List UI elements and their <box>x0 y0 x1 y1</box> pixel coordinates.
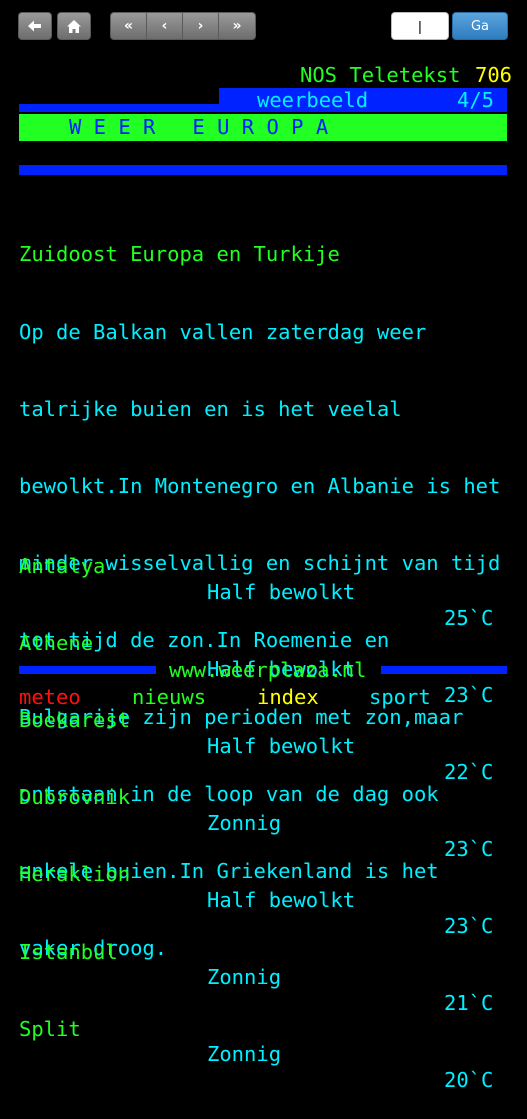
temperature: 20`C <box>444 1068 494 1093</box>
article-line: talrijke buien en is het veelal <box>19 396 402 421</box>
table-row: Heraklion Half bewolkt 23`C <box>19 837 507 937</box>
article-line: Op de Balkan vallen zaterdag weer <box>19 319 427 344</box>
city-name: Athene <box>19 631 94 656</box>
weather-condition: Half bewolkt <box>207 579 356 604</box>
fastext-bar: meteo nieuws index sport <box>19 684 507 710</box>
weather-condition: Zonnig <box>207 811 282 836</box>
weather-condition: Half bewolkt <box>207 734 356 758</box>
fastext-green-link[interactable]: nieuws <box>132 684 206 710</box>
table-row: Athene Half bewolkt 23`C <box>19 606 507 706</box>
weather-table: Antalya Half bewolkt 25`C Athene Half be… <box>19 477 507 1092</box>
subtitle-label: weerbeeld <box>257 88 369 112</box>
service-name: NOS Teletekst <box>300 63 461 87</box>
table-row: Istanbul Zonnig 21`C <box>19 914 507 1015</box>
first-page-button[interactable]: « <box>110 12 147 40</box>
back-button[interactable] <box>18 12 52 40</box>
teletext-header: NOS Teletekst 706 <box>19 62 512 88</box>
home-icon <box>67 19 81 33</box>
subtitle-bar-strip <box>19 104 219 112</box>
fastext-yellow-link[interactable]: index <box>257 684 319 710</box>
table-row: Antalya Half bewolkt 25`C <box>19 528 507 629</box>
next-page-button[interactable]: › <box>182 12 219 40</box>
page-title: W E E R E U R O P A <box>69 115 329 139</box>
city-name: Heraklion <box>19 862 131 887</box>
toolbar: « ‹ › » Ga <box>0 0 527 52</box>
title-bar: W E E R E U R O P A <box>19 114 507 141</box>
footer: www.weerplaza.nl <box>19 657 507 683</box>
city-name: Boekarest <box>19 708 131 733</box>
divider <box>19 165 507 175</box>
home-button[interactable] <box>57 12 91 40</box>
last-page-button[interactable]: » <box>218 12 256 40</box>
footer-bar <box>381 666 507 674</box>
page-navigation: « ‹ › » <box>110 12 256 40</box>
weather-condition: Zonnig <box>207 1042 282 1067</box>
page-number: 706 <box>475 63 513 87</box>
page-number-input[interactable] <box>391 12 449 40</box>
weather-condition: Zonnig <box>207 965 282 990</box>
table-row: Split Zonnig 20`C <box>19 991 507 1092</box>
article-heading: Zuidoost Europa en Turkije <box>19 242 340 267</box>
fastext-cyan-link[interactable]: sport <box>369 684 431 710</box>
city-name: Antalya <box>19 554 106 579</box>
city-name: Split <box>19 1016 81 1041</box>
subpage-counter: 4/5 <box>457 88 495 112</box>
subtitle-bar: weerbeeld 4/5 <box>219 88 507 112</box>
fastext-red-link[interactable]: meteo <box>19 684 81 710</box>
go-button[interactable]: Ga <box>452 12 508 40</box>
city-name: Istanbul <box>19 939 118 964</box>
city-name: Dubrovnik <box>19 785 131 810</box>
footer-bar <box>19 666 156 674</box>
previous-page-button[interactable]: ‹ <box>146 12 183 40</box>
weather-condition: Half bewolkt <box>207 888 356 913</box>
source-link[interactable]: www.weerplaza.nl <box>169 657 366 683</box>
arrow-left-icon <box>28 20 42 32</box>
table-row: Dubrovnik Zonnig 23`C <box>19 760 507 860</box>
